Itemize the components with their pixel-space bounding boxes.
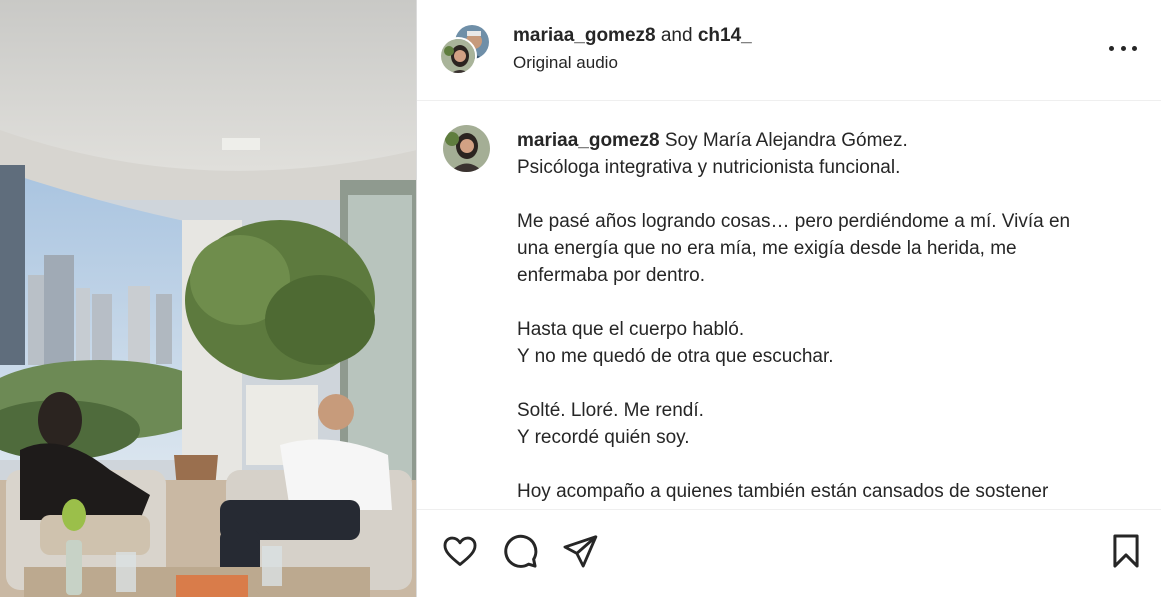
caption-line: Me pasé años logrando cosas… pero perdié… [517, 211, 1071, 232]
heart-icon[interactable] [441, 532, 479, 570]
audio-link[interactable]: Original audio [513, 52, 618, 74]
author-1-link[interactable]: mariaa_gomez8 [513, 25, 656, 46]
post-actions-bar [417, 509, 1161, 597]
caption-line: mariaa_gomez8 Soy María Alejandra Gómez. [517, 127, 1137, 154]
caption-line: una energía que no era mía, me exigía de… [517, 238, 1017, 259]
caption-line: Hasta que el cuerpo habló. [517, 319, 745, 340]
author-2-link[interactable]: ch14_ [698, 25, 752, 46]
post-caption: mariaa_gomez8 Soy María Alejandra Gómez.… [517, 127, 1137, 505]
dot [1132, 45, 1137, 51]
photo-illustration [0, 0, 417, 597]
post-details-panel: mariaa_gomez8 and ch14_ Original audio m… [417, 0, 1161, 597]
authors-conjunction: and [660, 25, 693, 46]
bookmark-icon[interactable] [1107, 532, 1145, 570]
share-icon[interactable] [561, 532, 599, 570]
caption-line: Y recordé quién soy. [517, 427, 690, 448]
caption-username-link[interactable]: mariaa_gomez8 [517, 130, 660, 151]
comment-icon[interactable] [501, 532, 539, 570]
caption-text: Soy María Alejandra Gómez. [664, 130, 908, 151]
dot [1109, 45, 1114, 51]
avatar-mariaa[interactable] [439, 37, 477, 75]
caption-line: enfermaba por dentro. [517, 265, 706, 286]
caption-line: Y no me quedó de otra que escuchar. [517, 346, 834, 367]
post-media-image[interactable] [0, 0, 417, 597]
caption-line: Solté. Lloré. Me rendí. [517, 400, 704, 421]
caption-line: Hoy acompaño a quienes también están can… [517, 481, 1049, 502]
caption-author-avatar[interactable] [443, 125, 490, 172]
post-authors: mariaa_gomez8 and ch14_ [513, 24, 752, 48]
caption-scroll-area[interactable]: mariaa_gomez8 Soy María Alejandra Gómez.… [417, 101, 1161, 509]
post-header: mariaa_gomez8 and ch14_ Original audio [417, 0, 1161, 101]
collab-avatars[interactable] [439, 23, 491, 75]
caption-line: Psicóloga integrativa y nutricionista fu… [517, 157, 901, 178]
more-options-icon[interactable] [1109, 36, 1137, 60]
dot [1120, 45, 1126, 51]
